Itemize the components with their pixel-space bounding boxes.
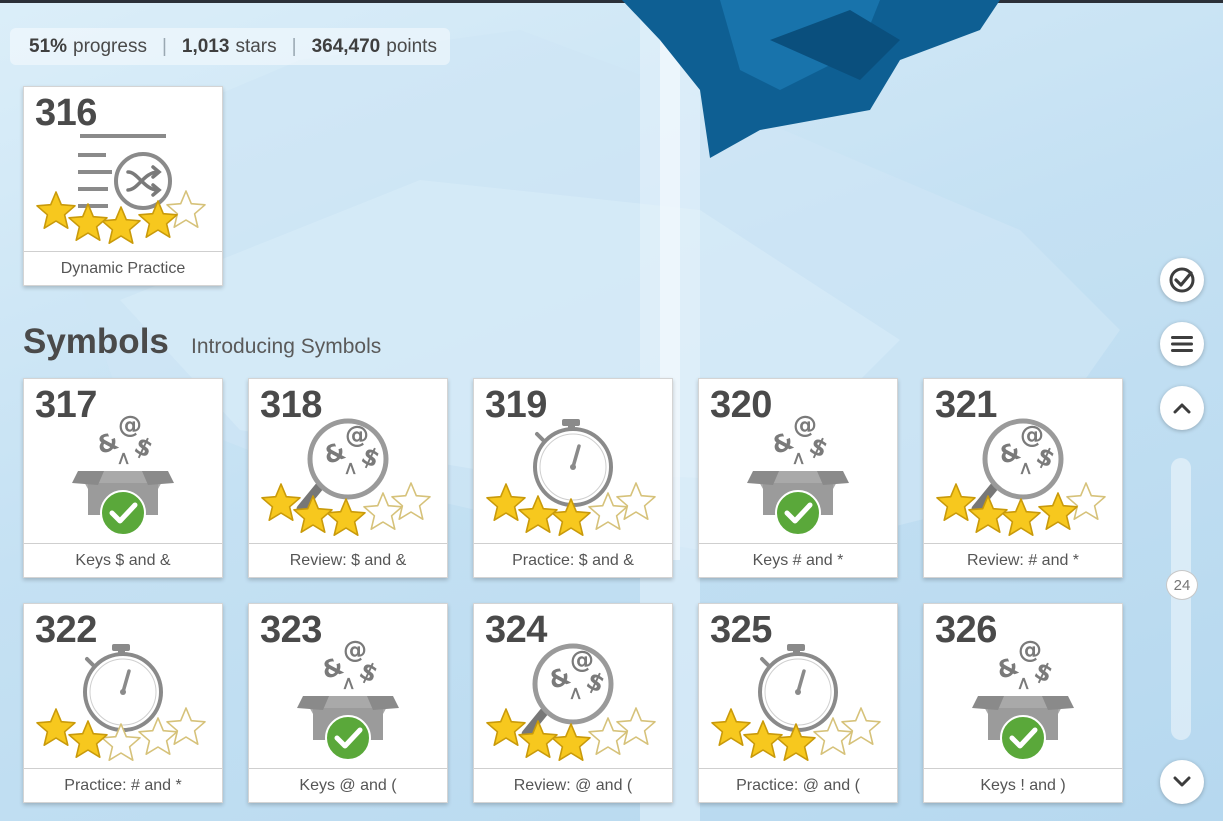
- star-filled-icon: [486, 708, 526, 746]
- star-filled-icon: [936, 483, 976, 521]
- star-filled-icon: [1001, 498, 1041, 536]
- check-icon: [775, 490, 821, 536]
- lesson-label: Review: $ and &: [249, 543, 447, 577]
- svg-text:<: <: [1015, 461, 1036, 476]
- lesson-number: 316: [35, 92, 97, 134]
- lesson-card[interactable]: @ & $ < 326 Keys ! and ): [923, 603, 1123, 803]
- scroll-up-button[interactable]: [1160, 386, 1204, 430]
- check-icon: [1000, 715, 1046, 761]
- scroll-down-button[interactable]: [1160, 760, 1204, 804]
- star-empty-icon: [616, 707, 656, 745]
- lesson-card[interactable]: 322 Practice: # and *: [23, 603, 223, 803]
- progress-value: 51%: [29, 35, 68, 57]
- lesson-card[interactable]: 325 Practice: @ and (: [698, 603, 898, 803]
- lesson-card[interactable]: @ & $ < 321 Review: # and *: [923, 378, 1123, 578]
- lesson-number: 318: [260, 384, 322, 426]
- svg-text:@: @: [1018, 636, 1042, 664]
- stats-bar: 51% progress | 1,013 stars | 364,470 poi…: [10, 28, 450, 65]
- svg-text:<: <: [113, 451, 134, 466]
- lesson-card[interactable]: @ & $ < 320 Keys # and *: [698, 378, 898, 578]
- lesson-number: 317: [35, 384, 97, 426]
- star-empty-icon: [391, 482, 431, 520]
- points-value: 364,470: [311, 35, 381, 57]
- check-circle-icon: [1169, 267, 1195, 293]
- svg-text:@: @: [343, 636, 367, 664]
- lesson-label: Keys @ and (: [249, 768, 447, 802]
- lesson-number: 324: [485, 609, 547, 651]
- lesson-card[interactable]: @ & $ < 324 Review: @ and (: [473, 603, 673, 803]
- lesson-label: Review: # and *: [924, 543, 1122, 577]
- star-filled-icon: [711, 708, 751, 746]
- star-empty-icon: [616, 482, 656, 520]
- star-filled-icon: [293, 495, 333, 533]
- lesson-label: Keys ! and ): [924, 768, 1122, 802]
- star-filled-icon: [518, 495, 558, 533]
- lesson-number: 319: [485, 384, 547, 426]
- check-icon: [325, 715, 371, 761]
- star-empty-icon: [841, 707, 881, 745]
- lesson-card[interactable]: 316 Dynamic Practice: [23, 86, 223, 286]
- lesson-label: Practice: $ and &: [474, 543, 672, 577]
- star-filled-icon: [551, 723, 591, 761]
- svg-text:<: <: [788, 451, 809, 466]
- svg-text:@: @: [345, 421, 369, 449]
- star-filled-icon: [486, 483, 526, 521]
- lesson-number: 321: [935, 384, 997, 426]
- lesson-label: Keys # and *: [699, 543, 897, 577]
- chevron-up-icon: [1173, 403, 1191, 414]
- star-filled-icon: [261, 483, 301, 521]
- lesson-card[interactable]: @ & $ < 317 Keys $ and &: [23, 378, 223, 578]
- lesson-label: Review: @ and (: [474, 768, 672, 802]
- separator: |: [161, 35, 167, 57]
- lesson-number: 326: [935, 609, 997, 651]
- svg-text:<: <: [340, 461, 361, 476]
- lesson-number: 323: [260, 609, 322, 651]
- star-empty-icon: [1066, 482, 1106, 520]
- lesson-card[interactable]: @ & $ < 323 Keys @ and (: [248, 603, 448, 803]
- svg-text:<: <: [565, 686, 586, 701]
- svg-text:@: @: [570, 646, 594, 674]
- star-filled-icon: [36, 708, 76, 746]
- svg-text:@: @: [1020, 421, 1044, 449]
- chevron-down-icon: [1173, 776, 1191, 787]
- section-subtitle: Introducing Symbols: [191, 335, 382, 358]
- stars-value: 1,013: [181, 35, 230, 57]
- hamburger-icon: [1171, 336, 1193, 352]
- svg-text:@: @: [793, 411, 817, 439]
- star-filled-icon: [68, 720, 108, 758]
- lesson-number: 325: [710, 609, 772, 651]
- lesson-label: Practice: # and *: [24, 768, 222, 802]
- lesson-label: Dynamic Practice: [24, 251, 222, 285]
- svg-text:<: <: [338, 676, 359, 691]
- star-empty-icon: [166, 190, 206, 228]
- progress-label: progress: [73, 35, 147, 57]
- star-filled-icon: [518, 720, 558, 758]
- lesson-number: 320: [710, 384, 772, 426]
- star-filled-icon: [326, 498, 366, 536]
- star-filled-icon: [743, 720, 783, 758]
- svg-text:<: <: [1013, 676, 1034, 691]
- section-title: Symbols: [23, 322, 169, 361]
- lesson-label: Practice: @ and (: [699, 768, 897, 802]
- stars-label: stars: [235, 35, 277, 57]
- star-empty-icon: [166, 707, 206, 745]
- star-filled-icon: [68, 203, 108, 241]
- scroll-position-indicator[interactable]: 24: [1166, 570, 1198, 600]
- lesson-card[interactable]: @ & $ < 318 Review: $ and &: [248, 378, 448, 578]
- star-filled-icon: [36, 191, 76, 229]
- menu-button[interactable]: [1160, 322, 1204, 366]
- svg-text:@: @: [118, 411, 142, 439]
- goals-button[interactable]: [1160, 258, 1204, 302]
- lesson-number: 322: [35, 609, 97, 651]
- star-filled-icon: [101, 206, 141, 244]
- lesson-label: Keys $ and &: [24, 543, 222, 577]
- star-filled-icon: [968, 495, 1008, 533]
- lesson-card[interactable]: 319 Practice: $ and &: [473, 378, 673, 578]
- points-label: points: [386, 35, 437, 57]
- separator: |: [291, 35, 297, 57]
- check-icon: [100, 490, 146, 536]
